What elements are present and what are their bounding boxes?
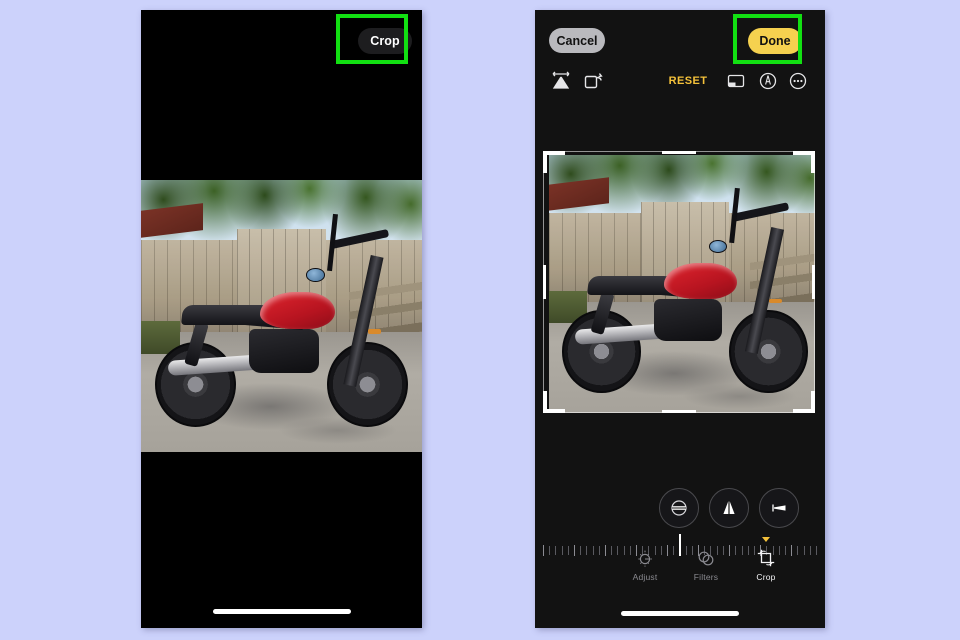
reset-button[interactable]: RESET	[660, 72, 716, 90]
reset-label: RESET	[668, 75, 708, 87]
crop-canvas[interactable]	[543, 151, 815, 413]
photo-viewer-canvas[interactable]: Crop	[141, 10, 422, 628]
more-options-icon[interactable]	[787, 70, 809, 92]
crop-handle-top[interactable]	[662, 151, 696, 154]
editor-tab-bar: Adjust Filters Crop	[535, 537, 825, 590]
flip-horizontal-icon[interactable]	[550, 68, 572, 92]
tab-crop-label: Crop	[756, 572, 776, 582]
motorcycle-indicator-light	[367, 329, 382, 335]
crop-icon	[756, 546, 776, 568]
tab-filters-label: Filters	[693, 572, 719, 582]
photo-motorcycle	[147, 214, 417, 431]
crop-handle-bottom[interactable]	[662, 410, 696, 413]
vertical-perspective-icon	[723, 500, 735, 516]
editor-top-bar: Cancel Done	[535, 10, 825, 66]
done-button-label: Done	[759, 34, 791, 48]
motorcycle-mirror	[305, 268, 325, 282]
auto-enhance-icon[interactable]	[757, 70, 779, 92]
crop-handle-bottom-left[interactable]	[543, 391, 565, 413]
horizontal-perspective-button[interactable]	[759, 488, 799, 528]
aspect-ratio-icon[interactable]	[725, 70, 747, 92]
tab-filters[interactable]: Filters	[678, 546, 734, 582]
crop-handle-bottom-right[interactable]	[793, 391, 815, 413]
tab-adjust[interactable]: Adjust	[617, 546, 673, 582]
motorcycle-front-wheel	[327, 341, 409, 427]
crop-handle-left[interactable]	[543, 265, 546, 299]
adjust-icon	[635, 546, 655, 568]
crop-button-label: Crop	[370, 34, 400, 48]
home-indicator[interactable]	[621, 611, 739, 616]
done-button[interactable]: Done	[748, 28, 802, 54]
photo-image[interactable]	[141, 180, 422, 452]
motorcycle-fuel-tank	[259, 291, 336, 330]
active-tab-indicator	[762, 537, 770, 542]
motorcycle-engine	[249, 329, 320, 373]
filters-icon	[696, 546, 716, 568]
crop-frame[interactable]	[543, 151, 815, 413]
left-phone-frame: Crop	[141, 10, 422, 628]
crop-button[interactable]: Crop	[358, 28, 412, 54]
vertical-perspective-button[interactable]	[709, 488, 749, 528]
crop-handle-top-right[interactable]	[793, 151, 815, 173]
straighten-icon	[671, 500, 687, 516]
perspective-controls	[535, 488, 825, 530]
editor-tool-row: RESET	[535, 68, 825, 96]
home-indicator[interactable]	[212, 609, 351, 614]
crop-handle-top-left[interactable]	[543, 151, 565, 173]
right-phone-frame: Cancel Done RESET Adjust Filters Crop	[535, 10, 825, 628]
tab-adjust-label: Adjust	[632, 572, 658, 582]
cancel-button[interactable]: Cancel	[549, 28, 605, 53]
crop-handle-right[interactable]	[812, 265, 815, 299]
straighten-button[interactable]	[659, 488, 699, 528]
rotate-icon[interactable]	[583, 70, 603, 92]
tab-crop[interactable]: Crop	[738, 537, 794, 582]
horizontal-perspective-icon	[772, 504, 786, 512]
cancel-button-label: Cancel	[556, 33, 598, 48]
crop-frame-outline	[543, 151, 815, 413]
